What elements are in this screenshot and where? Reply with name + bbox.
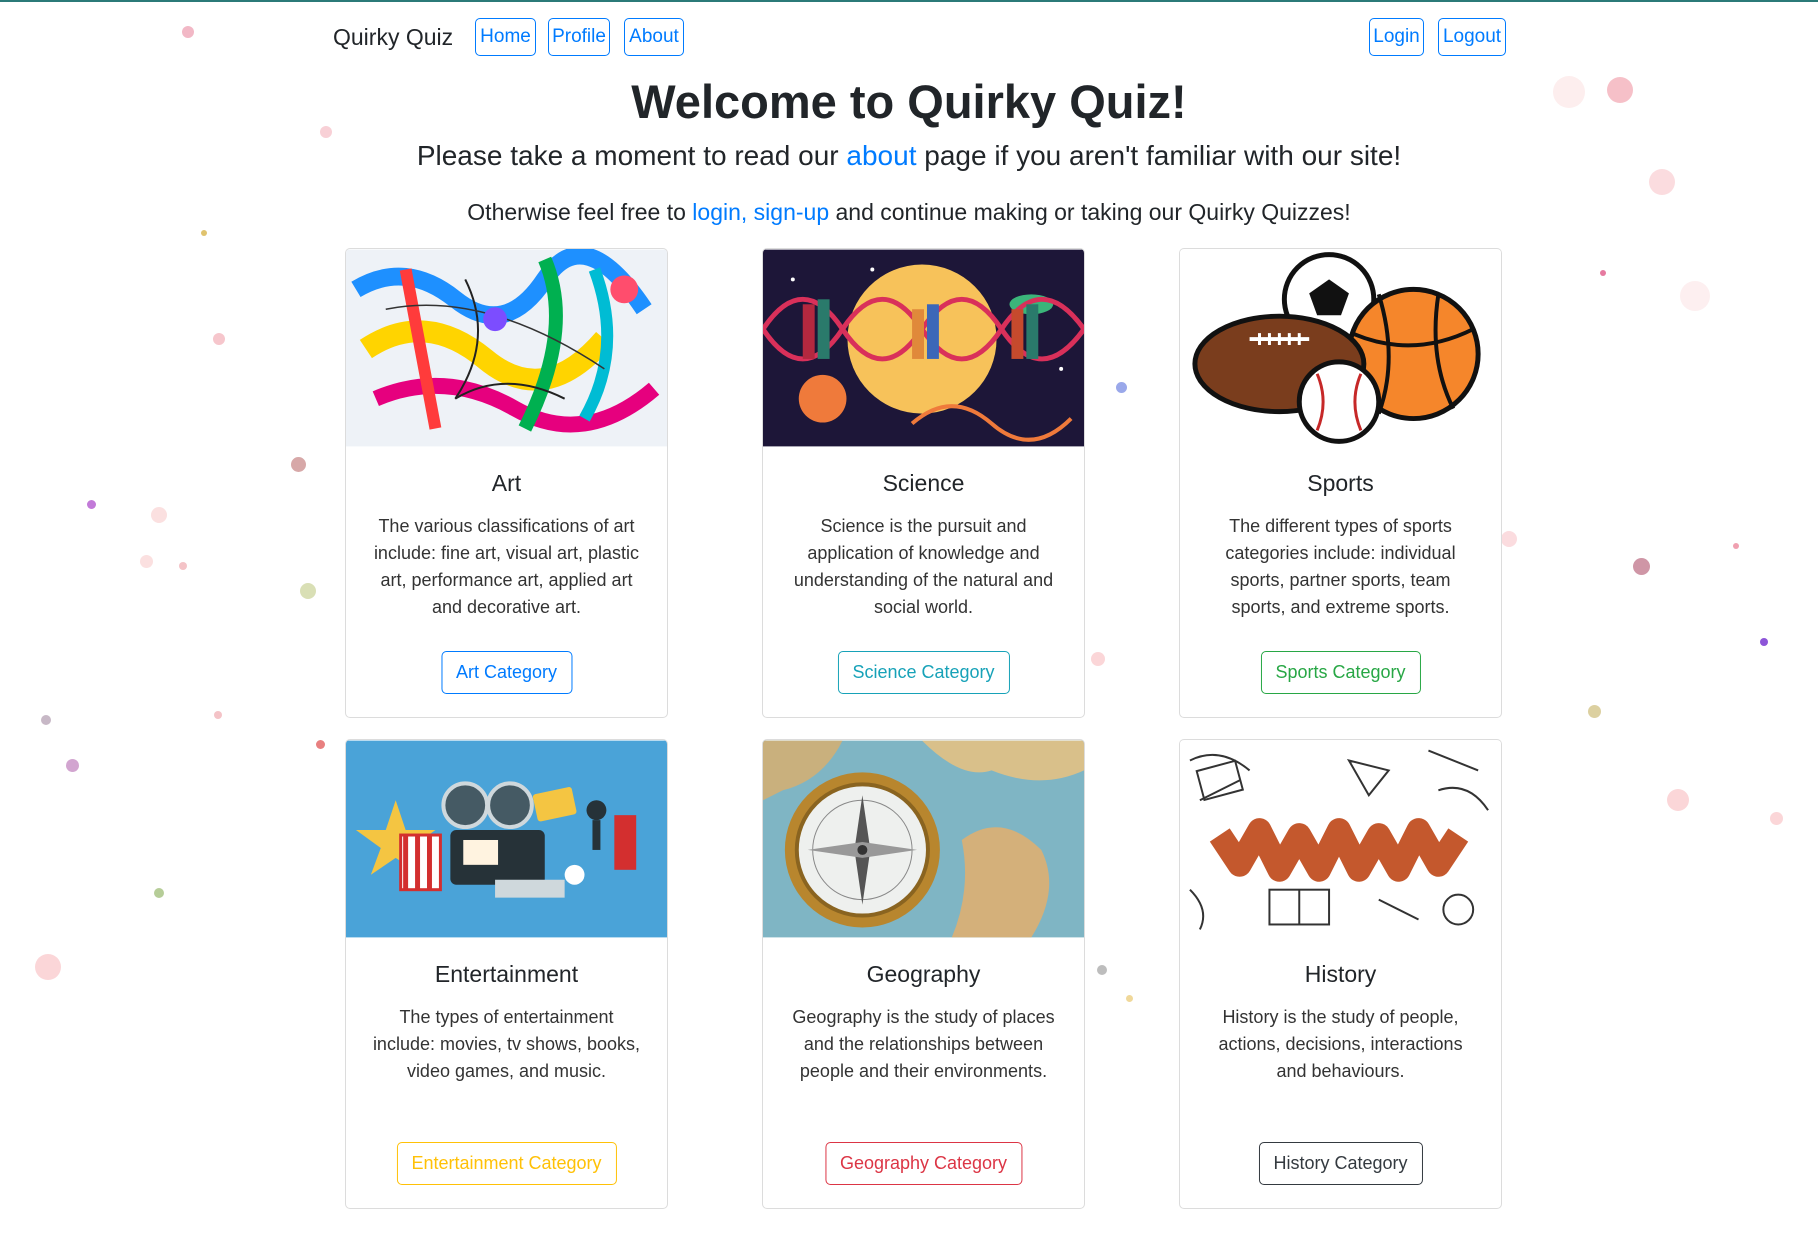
home-button[interactable]: Home: [475, 18, 536, 56]
category-card-art: Art The various classifications of art i…: [345, 248, 668, 718]
category-card-sports: Sports The different types of sports cat…: [1179, 248, 1502, 718]
secondary-text-end: and continue making or taking our Quirky…: [829, 199, 1351, 225]
dna-books-image: [763, 249, 1084, 447]
card-title: Geography: [866, 961, 981, 987]
geography-category-button[interactable]: Geography Category: [824, 1142, 1023, 1185]
card-description: History is the study of people, actions,…: [1218, 1007, 1463, 1081]
card-title: Sports: [1307, 470, 1374, 496]
about-link[interactable]: about: [846, 140, 916, 171]
logout-button[interactable]: Logout: [1438, 18, 1506, 56]
intro-text-start: Please take a moment to read our: [416, 140, 847, 171]
category-card-entertainment: Entertainment The types of entertainment…: [345, 739, 668, 1209]
science-category-button[interactable]: Science Category: [837, 651, 1010, 694]
page-title: Welcome to Quirky Quiz!: [631, 75, 1187, 128]
sports-category-button[interactable]: Sports Category: [1260, 651, 1421, 694]
card-description: Geography is the study of places and the…: [792, 1007, 1055, 1081]
intro-text-end: page if you aren't familiar with our sit…: [916, 140, 1402, 171]
compass-map-image: [763, 740, 1084, 938]
category-card-geography: Geography Geography is the study of plac…: [762, 739, 1085, 1209]
intro-paragraph: Please take a moment to read our about p…: [0, 140, 1818, 172]
category-card-history: History History is the study of people, …: [1179, 739, 1502, 1209]
card-description: The different types of sports categories…: [1225, 516, 1456, 617]
secondary-paragraph: Otherwise feel free to login, sign-up an…: [0, 199, 1818, 226]
card-title: Entertainment: [434, 961, 579, 987]
history-category-button[interactable]: History Category: [1258, 1142, 1423, 1185]
card-title: History: [1304, 961, 1377, 987]
history-doodle-image: [1180, 740, 1501, 938]
sports-balls-image: [1180, 249, 1501, 447]
login-signup-link[interactable]: login, sign-up: [692, 199, 829, 225]
card-description: Science is the pursuit and application o…: [793, 516, 1054, 617]
card-description: The types of entertainment include: movi…: [372, 1007, 641, 1081]
profile-button[interactable]: Profile: [548, 18, 610, 56]
category-card-science: Science Science is the pursuit and appli…: [762, 248, 1085, 718]
card-description: The various classifications of art inclu…: [373, 516, 640, 617]
login-button[interactable]: Login: [1369, 18, 1424, 56]
top-navbar: Quirky Quiz Home Profile About Login Log…: [333, 18, 1508, 58]
secondary-text-start: Otherwise feel free to: [467, 199, 693, 225]
about-button[interactable]: About: [624, 18, 684, 56]
paint-splash-image: [346, 249, 667, 447]
card-title: Science: [882, 470, 965, 496]
art-category-button[interactable]: Art Category: [440, 651, 573, 694]
brand-logo-text[interactable]: Quirky Quiz: [333, 24, 453, 51]
entertainment-category-button[interactable]: Entertainment Category: [396, 1142, 617, 1185]
cinema-items-image: [346, 740, 667, 938]
card-title: Art: [491, 470, 522, 496]
